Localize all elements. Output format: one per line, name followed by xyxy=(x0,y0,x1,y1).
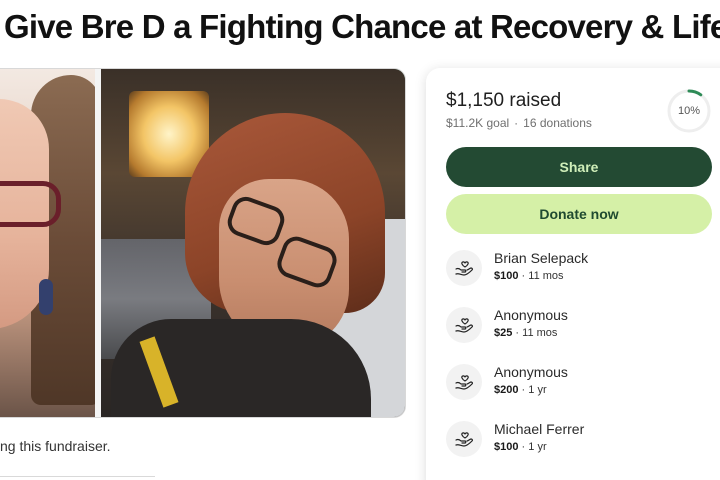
glasses-shape xyxy=(0,181,61,227)
donation-hands-icon xyxy=(446,307,482,343)
share-button[interactable]: Share xyxy=(446,147,712,187)
photo-left-portrait xyxy=(0,69,101,417)
donation-hands-icon xyxy=(446,250,482,286)
donation-item: Anonymous $25 · 11 mos xyxy=(446,305,720,362)
donate-now-button[interactable]: Donate now xyxy=(446,194,712,234)
goal-summary: $11.2K goal · 16 donations xyxy=(446,116,592,130)
donation-time: 1 yr xyxy=(528,384,547,396)
donor-name: Brian Selepack xyxy=(494,250,589,266)
donation-amount: $25 xyxy=(494,327,513,339)
donor-name: Anonymous xyxy=(494,307,568,323)
section-divider xyxy=(0,476,155,477)
donation-time: 11 mos xyxy=(522,327,558,339)
donation-card: $1,150 raised $11.2K goal · 16 donations 1… xyxy=(426,68,720,480)
donation-amount: $100 xyxy=(494,270,519,282)
donation-meta: $100 · 1 yr xyxy=(494,441,547,453)
raised-amount: $1,150 raised xyxy=(446,90,562,111)
donation-hands-icon xyxy=(446,421,482,457)
donation-meta: $100 · 11 mos xyxy=(494,270,564,282)
donor-name: Anonymous xyxy=(494,364,568,380)
recent-donations-list: Brian Selepack $100 · 11 mos Anonymous $… xyxy=(446,248,720,476)
photo-right-portrait xyxy=(101,69,405,417)
donation-amount: $200 xyxy=(494,384,519,396)
donation-amount: $100 xyxy=(494,441,519,453)
donation-count: 16 donations xyxy=(523,116,592,130)
donation-meta: $200 · 1 yr xyxy=(494,384,547,396)
donation-item: Anonymous $200 · 1 yr xyxy=(446,362,720,419)
separator-dot: · xyxy=(514,116,519,130)
donation-meta: $25 · 11 mos xyxy=(494,327,558,339)
donation-time: 1 yr xyxy=(528,441,547,453)
donor-name: Michael Ferrer xyxy=(494,421,585,437)
story-text: ng this fundraiser. xyxy=(0,438,111,454)
fundraiser-photo[interactable] xyxy=(0,68,406,418)
donation-item: Michael Ferrer $100 · 1 yr xyxy=(446,419,720,476)
donation-item: Brian Selepack $100 · 11 mos xyxy=(446,248,720,305)
goal-amount: $11.2K goal xyxy=(446,116,510,130)
page-title: Give Bre D a Fighting Chance at Recovery… xyxy=(4,8,720,45)
donation-hands-icon xyxy=(446,364,482,400)
donation-time: 11 mos xyxy=(528,270,564,282)
progress-percent: 10% xyxy=(677,105,701,117)
